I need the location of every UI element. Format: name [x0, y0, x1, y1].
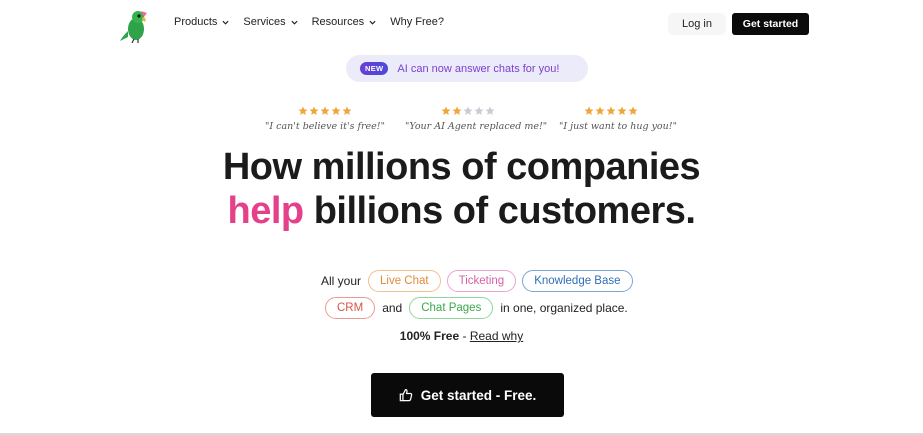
login-button[interactable]: Log in: [668, 13, 726, 35]
menu-resources[interactable]: Resources: [312, 16, 377, 28]
star-empty-icon: [485, 106, 495, 115]
testimonial-1: "I can't believe it's free!": [264, 106, 386, 132]
menu-why-free-label: Why Free?: [390, 16, 444, 28]
star-filled-icon: [617, 106, 627, 115]
get-started-free-button[interactable]: Get started - Free.: [371, 373, 564, 417]
chevron-down-icon: [222, 20, 229, 25]
testimonial-quote: "I just want to hug you!": [559, 121, 677, 132]
new-badge: NEW: [360, 62, 389, 75]
tag-ticketing[interactable]: Ticketing: [446, 270, 517, 292]
menu-services-label: Services: [243, 16, 286, 28]
tag-chat-pages[interactable]: Chat Pages: [409, 297, 494, 319]
star-filled-icon: [452, 106, 462, 115]
headline-rest: billions of customers.: [303, 190, 696, 232]
testimonial-3: "I just want to hug you!": [559, 106, 677, 132]
read-why-link[interactable]: Read why: [470, 329, 523, 343]
star-rating: [264, 106, 386, 118]
star-empty-icon: [474, 106, 484, 115]
tag-crm[interactable]: CRM: [325, 297, 376, 319]
headline-highlight: help: [227, 190, 305, 232]
main-menu: Products Services Resources Why Free?: [174, 16, 458, 28]
star-filled-icon: [320, 106, 330, 115]
cta-label: Get started - Free.: [420, 387, 537, 403]
menu-services[interactable]: Services: [243, 16, 298, 28]
star-filled-icon: [342, 106, 352, 115]
features-and: and: [382, 301, 403, 315]
free-note-sep: -: [459, 329, 470, 343]
testimonial-quote: "I can't believe it's free!": [265, 121, 385, 132]
star-filled-icon: [331, 106, 341, 115]
star-filled-icon: [628, 106, 638, 115]
top-nav: Products Services Resources Why Free? Lo…: [0, 0, 923, 46]
features-line-1: All your Live Chat Ticketing Knowledge B…: [317, 270, 636, 292]
menu-why-free[interactable]: Why Free?: [390, 16, 444, 28]
star-rating: [559, 106, 663, 118]
announcement-banner[interactable]: NEW AI can now answer chats for you!: [346, 55, 588, 82]
tag-live-chat[interactable]: Live Chat: [368, 270, 441, 292]
chevron-down-icon: [369, 20, 376, 25]
testimonial-quote: "Your AI Agent replaced me!": [405, 121, 548, 132]
features-line-2: CRM and Chat Pages in one, organized pla…: [322, 297, 632, 319]
star-filled-icon: [584, 106, 594, 115]
free-note: 100% Free - Read why: [0, 329, 923, 343]
menu-products[interactable]: Products: [174, 16, 229, 28]
headline-line-1: How millions of companies: [222, 146, 701, 188]
star-filled-icon: [441, 106, 451, 115]
announcement-text: AI can now answer chats for you!: [397, 62, 560, 75]
menu-products-label: Products: [174, 16, 218, 28]
star-filled-icon: [606, 106, 616, 115]
parrot-logo-icon[interactable]: [117, 5, 155, 43]
menu-resources-label: Resources: [311, 16, 365, 28]
thumbs-up-icon: [399, 388, 412, 402]
features-suffix: in one, organized place.: [500, 301, 628, 315]
chevron-down-icon: [291, 20, 298, 25]
star-filled-icon: [309, 106, 319, 115]
star-empty-icon: [463, 106, 473, 115]
star-filled-icon: [298, 106, 308, 115]
star-filled-icon: [595, 106, 605, 115]
testimonial-2: "Your AI Agent replaced me!": [405, 106, 548, 132]
free-note-bold: 100% Free: [399, 329, 460, 343]
headline-line-2: help billions of customers.: [0, 190, 923, 233]
features-prefix: All your: [321, 274, 362, 288]
star-rating: [405, 106, 531, 118]
tag-knowledge-base[interactable]: Knowledge Base: [522, 270, 633, 292]
get-started-button[interactable]: Get started: [732, 13, 809, 35]
